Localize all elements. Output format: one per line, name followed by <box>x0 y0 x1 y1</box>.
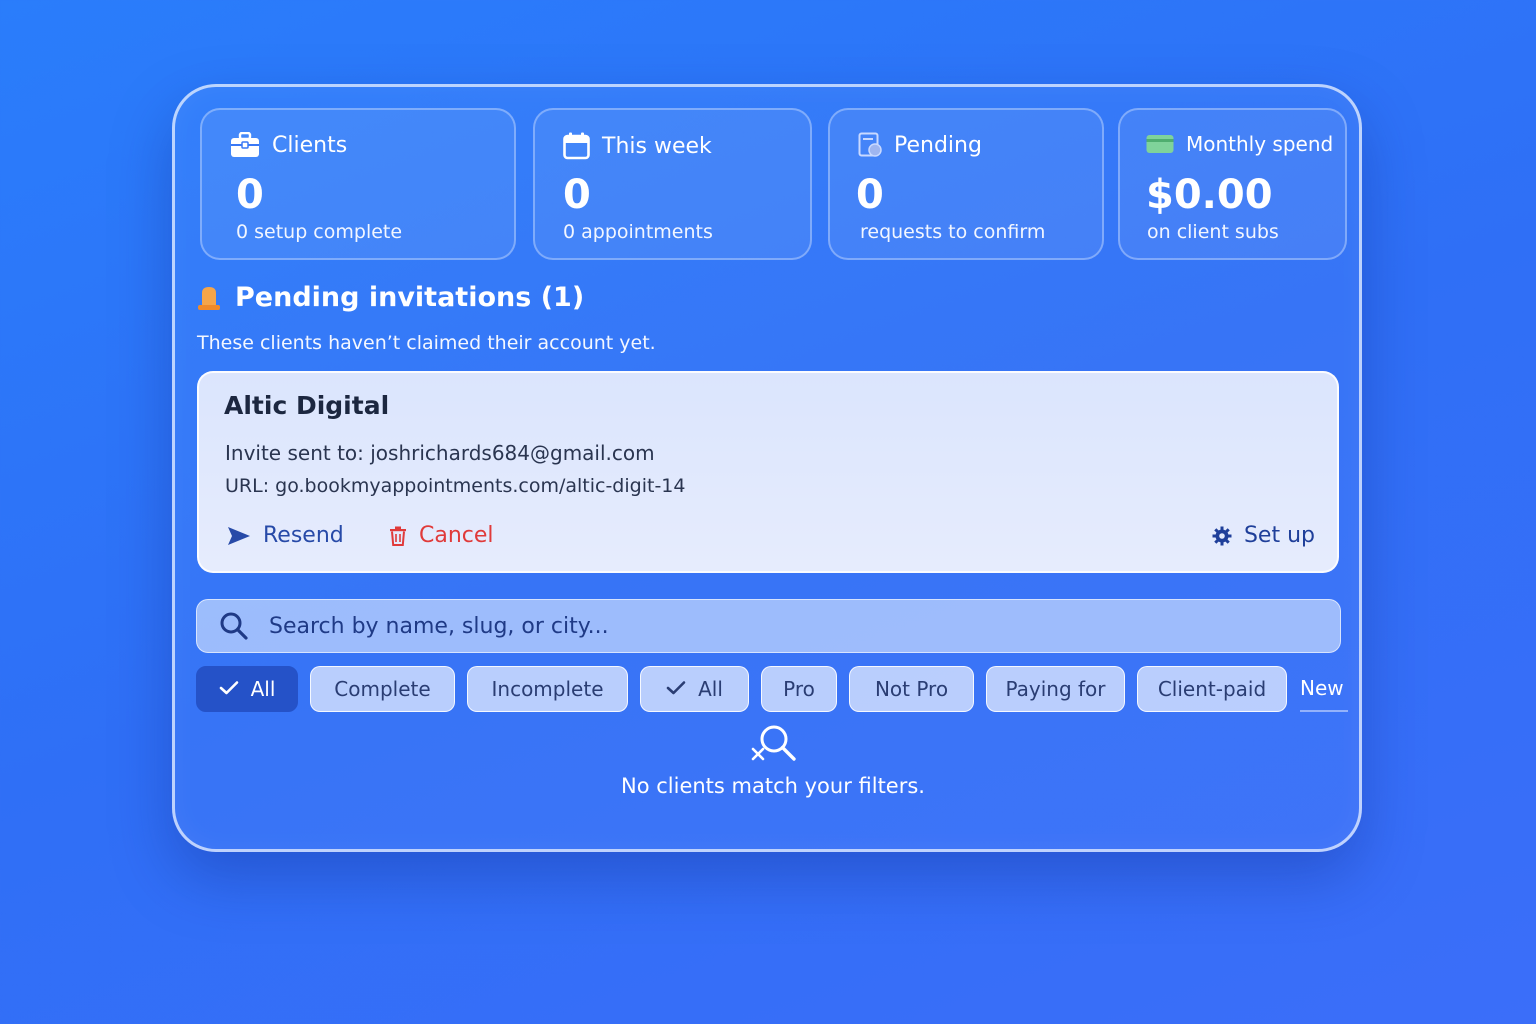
filter-chip-new[interactable]: New <box>1300 666 1348 712</box>
filter-chip-label: Pro <box>783 677 815 701</box>
invite-email: Invite sent to: joshrichards684@gmail.co… <box>225 441 655 465</box>
gear-icon <box>1212 526 1232 546</box>
credit-card-icon <box>1146 134 1174 154</box>
filter-chip-label: New <box>1300 676 1344 700</box>
search-input[interactable] <box>267 605 1340 647</box>
stat-card-monthly-spend: Monthly spend $0.00 on client subs <box>1118 108 1347 260</box>
pending-invitations-description: These clients haven’t claimed their acco… <box>197 332 656 354</box>
cancel-button[interactable]: Cancel <box>389 523 494 548</box>
filter-chip-setup-all[interactable]: All <box>196 666 298 712</box>
setup-button[interactable]: Set up <box>1212 523 1315 548</box>
stat-value: 0 <box>856 172 884 218</box>
stat-subtext: on client subs <box>1147 221 1279 243</box>
filter-chip-label: Client-paid <box>1157 677 1267 701</box>
search-x-icon <box>750 722 800 770</box>
stat-card-this-week: This week 0 0 appointments <box>533 108 812 260</box>
stat-card-clients: Clients 0 0 setup complete <box>200 108 516 260</box>
bell-icon <box>197 284 221 312</box>
setup-label: Set up <box>1243 523 1315 548</box>
briefcase-icon <box>230 132 260 158</box>
stat-subtext: requests to confirm <box>860 221 1046 243</box>
filter-chip-pro[interactable]: Pro <box>761 666 837 712</box>
stat-label: This week <box>602 133 712 159</box>
filter-chip-label: All <box>698 677 723 701</box>
stat-label: Pending <box>894 132 982 158</box>
filter-chip-client-paid[interactable]: Client-paid <box>1137 666 1287 712</box>
stat-subtext: 0 appointments <box>563 221 713 243</box>
search-bar <box>196 599 1341 653</box>
resend-button[interactable]: Resend <box>227 523 344 548</box>
stat-label: Clients <box>272 132 348 158</box>
filter-chip-complete[interactable]: Complete <box>310 666 455 712</box>
trash-icon <box>389 526 407 546</box>
invite-client-name: Altic Digital <box>224 391 390 420</box>
filter-chip-not-pro[interactable]: Not Pro <box>849 666 974 712</box>
cancel-label: Cancel <box>419 523 494 548</box>
pending-invitations-header: Pending invitations (1) <box>197 282 584 313</box>
stat-subtext: 0 setup complete <box>236 221 403 243</box>
stat-value: 0 <box>563 172 591 218</box>
pending-invitations-title: Pending invitations (1) <box>235 282 585 313</box>
filter-chip-label: Complete <box>334 677 431 701</box>
filter-chip-label: Not Pro <box>874 677 949 701</box>
invite-card: Altic Digital Invite sent to: joshrichar… <box>197 371 1339 573</box>
invite-url: URL: go.bookmyappointments.com/altic-dig… <box>225 475 686 497</box>
stat-value: 0 <box>236 172 264 218</box>
filter-chip-plan-all[interactable]: All <box>640 666 749 712</box>
resend-label: Resend <box>263 523 344 548</box>
filter-chip-label: All <box>250 677 276 701</box>
pending-doc-icon <box>858 132 882 158</box>
stat-card-pending: Pending 0 requests to confirm <box>828 108 1104 260</box>
stat-label: Monthly spend <box>1186 132 1334 156</box>
filter-chip-label: Incomplete <box>491 677 604 701</box>
send-icon <box>227 526 251 546</box>
filter-chip-label: Paying for <box>1005 677 1106 701</box>
search-icon <box>219 611 249 641</box>
empty-state-message: No clients match your filters. <box>621 774 925 798</box>
filter-chip-incomplete[interactable]: Incomplete <box>467 666 628 712</box>
check-icon <box>219 677 239 701</box>
check-icon <box>666 677 686 701</box>
filter-chip-paying-for[interactable]: Paying for <box>986 666 1125 712</box>
calendar-icon <box>563 132 590 160</box>
stat-value: $0.00 <box>1146 172 1273 218</box>
